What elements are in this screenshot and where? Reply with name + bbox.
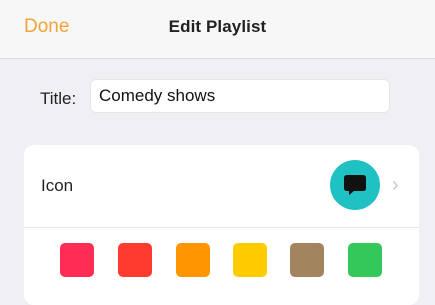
playlist-options-card: Icon › xyxy=(24,145,419,305)
color-swatch-pink[interactable] xyxy=(60,243,94,277)
color-swatch-yellow[interactable] xyxy=(233,243,267,277)
title-label: Title: xyxy=(40,89,77,108)
color-swatch-orange[interactable] xyxy=(176,243,210,277)
icon-label: Icon xyxy=(41,176,74,195)
page-title: Edit Playlist xyxy=(168,17,267,36)
speech-bubble-icon xyxy=(344,175,366,195)
color-swatch-brown[interactable] xyxy=(290,243,324,277)
playlist-icon-preview[interactable] xyxy=(330,160,380,210)
title-field-row: Title: xyxy=(40,79,390,115)
chevron-right-icon: › xyxy=(392,174,399,196)
navigation-bar: Done Edit Playlist xyxy=(0,0,435,59)
icon-picker-row[interactable]: Icon › xyxy=(24,145,419,228)
color-swatch-row xyxy=(60,243,400,283)
color-swatch-red[interactable] xyxy=(118,243,152,277)
color-swatch-green[interactable] xyxy=(348,243,382,277)
title-input[interactable] xyxy=(90,79,390,113)
